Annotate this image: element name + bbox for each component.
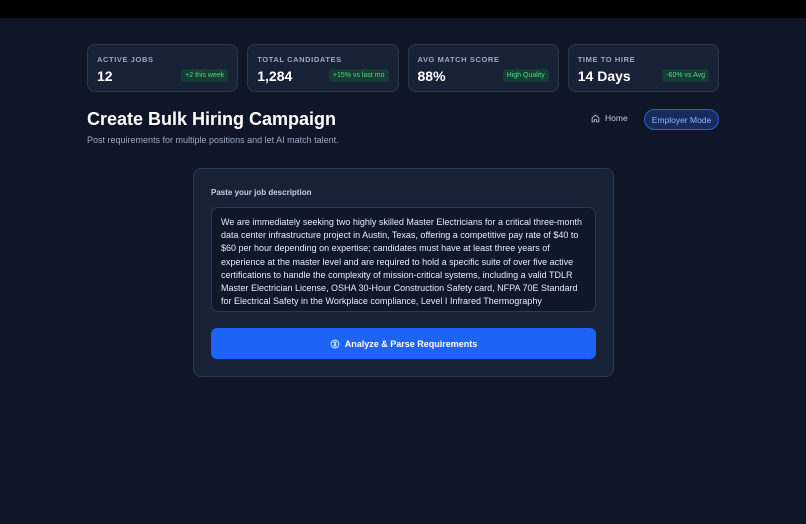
browser-top-bar [0,0,806,18]
employer-mode-button[interactable]: Employer Mode [644,109,719,130]
stat-card-avg-match-score: AVG MATCH SCORE 88% High Quality [407,44,559,92]
stats-row: ACTIVE JOBS 12 +2 this week TOTAL CANDID… [87,44,719,92]
job-description-panel: Paste your job description We are immedi… [193,168,614,377]
analyze-parse-button[interactable]: Analyze & Parse Requirements [211,328,596,359]
home-icon [591,114,600,122]
stat-badge: High Quality [502,69,549,82]
stat-card-active-jobs: ACTIVE JOBS 12 +2 this week [87,44,239,92]
stat-label: ACTIVE JOBS [97,55,154,64]
stat-label: TOTAL CANDIDATES [257,55,342,64]
stat-label: TIME TO HIRE [577,55,636,64]
stat-badge: +2 this week [181,69,229,82]
home-link-label: Home [605,113,628,123]
stat-badge: -60% vs Avg [662,69,709,82]
analyze-button-label: Analyze & Parse Requirements [344,338,478,349]
page-title: Create Bulk Hiring Campaign [87,109,337,129]
stat-badge: +15% vs last mo [328,69,389,82]
job-description-label: Paste your job description [211,188,312,197]
page-subtitle: Post requirements for multiple positions… [87,135,339,145]
job-description-input[interactable]: We are immediately seeking two highly sk… [211,207,596,312]
stat-label: AVG MATCH SCORE [417,55,500,64]
brain-icon [330,339,340,348]
stat-card-total-candidates: TOTAL CANDIDATES 1,284 +15% vs last mo [247,44,399,92]
home-link[interactable]: Home [591,113,628,123]
stat-card-time-to-hire: TIME TO HIRE 14 Days -60% vs Avg [567,44,719,92]
